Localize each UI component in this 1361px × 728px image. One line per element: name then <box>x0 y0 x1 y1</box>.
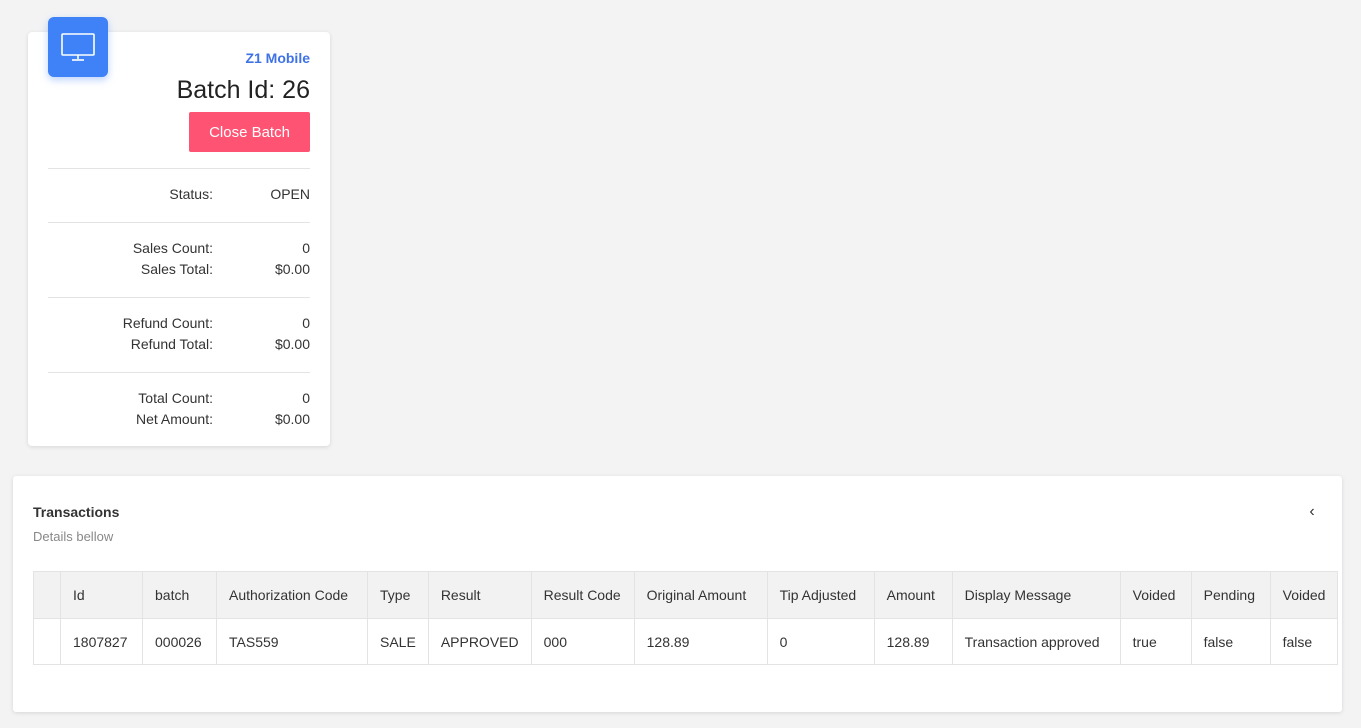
column-header-type[interactable]: Type <box>367 571 429 619</box>
chevron-left-icon[interactable]: ‹ <box>1304 502 1320 522</box>
transactions-subtitle: Details bellow <box>33 529 114 544</box>
refund-total-label: Refund Total: <box>130 336 213 352</box>
divider <box>48 168 310 169</box>
column-header-id[interactable]: Id <box>60 571 143 619</box>
divider <box>48 222 310 223</box>
sales-total-row: Sales Total: $0.00 <box>48 261 310 281</box>
table-cell: TAS559 <box>216 618 368 665</box>
divider <box>48 372 310 373</box>
sales-count-row: Sales Count: 0 <box>48 240 310 260</box>
column-header-amount[interactable]: Amount <box>873 571 953 619</box>
sales-total-label: Sales Total: <box>140 261 213 277</box>
refund-count-value: 0 <box>302 315 310 331</box>
transactions-title: Transactions <box>33 504 120 520</box>
row-select-cell[interactable] <box>33 618 61 665</box>
select-column-header <box>33 571 61 619</box>
column-header-authorization-code[interactable]: Authorization Code <box>216 571 368 619</box>
total-count-label: Total Count: <box>138 390 213 406</box>
column-header-voided[interactable]: Voided <box>1119 571 1192 619</box>
table-cell: SALE <box>367 618 429 665</box>
device-name: Z1 Mobile <box>245 50 310 66</box>
column-header-result-code[interactable]: Result Code <box>530 571 635 619</box>
refund-count-row: Refund Count: 0 <box>48 315 310 335</box>
table-header-row: Id batch Authorization Code Type Result … <box>33 571 1339 619</box>
column-header-tip-adjusted[interactable]: Tip Adjusted <box>766 571 875 619</box>
table-cell: 128.89 <box>633 618 768 665</box>
table-cell: 0 <box>766 618 875 665</box>
table-row[interactable]: 1807827 000026 TAS559 SALE APPROVED 000 … <box>33 618 1339 665</box>
close-batch-button[interactable]: Close Batch <box>189 112 310 152</box>
table-cell: false <box>1269 618 1339 665</box>
net-amount-row: Net Amount: $0.00 <box>48 411 310 431</box>
total-count-row: Total Count: 0 <box>48 390 310 410</box>
column-header-result[interactable]: Result <box>427 571 532 619</box>
batch-id-title: Batch Id: 26 <box>176 76 310 104</box>
table-cell: 128.89 <box>873 618 953 665</box>
table-cell: 000 <box>530 618 635 665</box>
net-amount-label: Net Amount: <box>135 411 213 427</box>
total-count-value: 0 <box>302 390 310 406</box>
batch-card: Z1 Mobile Batch Id: 26 Close Batch Statu… <box>28 17 330 446</box>
sales-count-value: 0 <box>302 240 310 256</box>
status-value: OPEN <box>270 186 310 202</box>
column-header-original-amount[interactable]: Original Amount <box>633 571 768 619</box>
sales-total-value: $0.00 <box>274 261 310 277</box>
transactions-panel: Transactions Details bellow ‹ Id batch A… <box>13 476 1342 712</box>
table-cell: 1807827 <box>60 618 143 665</box>
transactions-table: Id batch Authorization Code Type Result … <box>33 571 1339 665</box>
status-label: Status: <box>169 186 213 202</box>
divider <box>48 297 310 298</box>
table-cell: 000026 <box>142 618 217 665</box>
status-row: Status: OPEN <box>48 186 310 206</box>
refund-total-value: $0.00 <box>274 336 310 352</box>
net-amount-value: $0.00 <box>274 411 310 427</box>
column-header-voided-2[interactable]: Voided <box>1269 571 1339 619</box>
column-header-batch[interactable]: batch <box>142 571 217 619</box>
monitor-icon <box>48 17 108 77</box>
refund-count-label: Refund Count: <box>122 315 213 331</box>
table-cell: true <box>1119 618 1192 665</box>
column-header-display-message[interactable]: Display Message <box>951 571 1121 619</box>
refund-total-row: Refund Total: $0.00 <box>48 336 310 356</box>
table-cell: false <box>1190 618 1271 665</box>
table-cell: APPROVED <box>427 618 532 665</box>
column-header-pending[interactable]: Pending <box>1190 571 1271 619</box>
sales-count-label: Sales Count: <box>132 240 213 256</box>
table-cell: Transaction approved <box>951 618 1121 665</box>
